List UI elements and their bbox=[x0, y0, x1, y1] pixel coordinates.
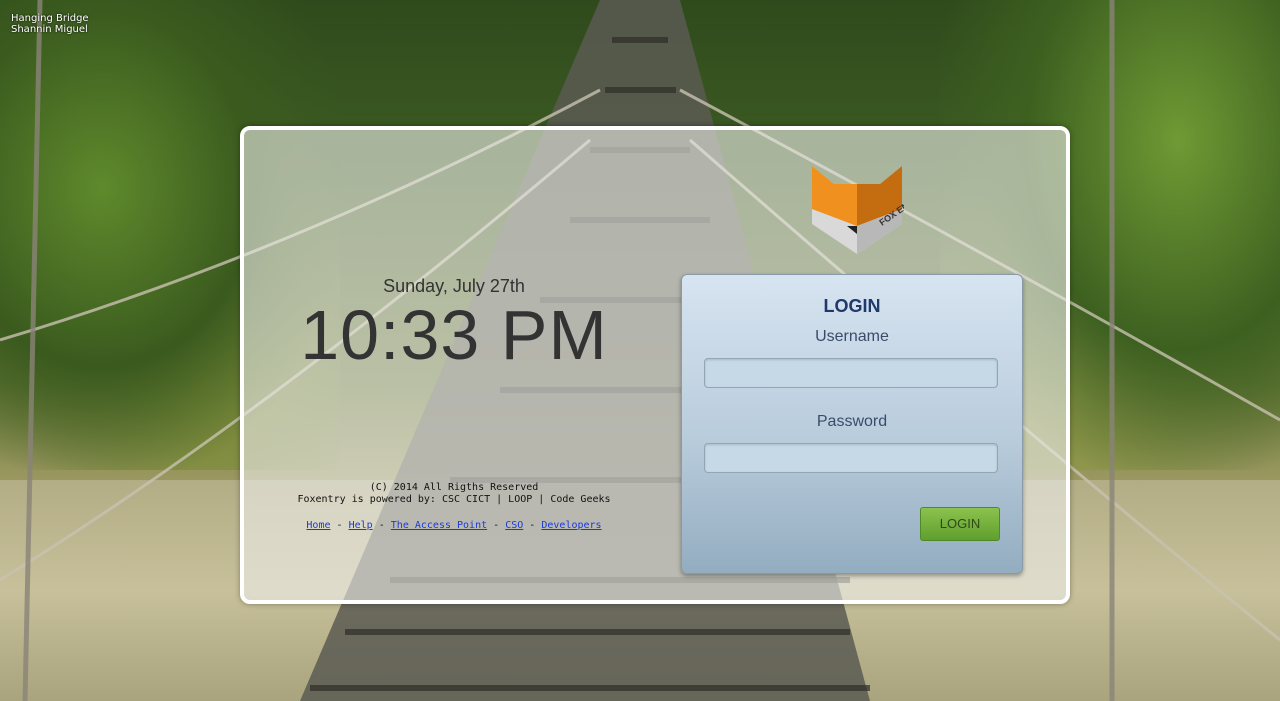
clock-widget: Sunday, July 27th 10:33 PM bbox=[284, 276, 624, 371]
link-access-point[interactable]: The Access Point bbox=[391, 520, 487, 531]
link-home[interactable]: Home bbox=[306, 520, 330, 531]
link-separator: - bbox=[493, 520, 500, 531]
link-separator: - bbox=[378, 520, 385, 531]
footer: (C) 2014 All Rigths Reserved Foxentry is… bbox=[284, 482, 624, 532]
copyright-text: (C) 2014 All Rigths Reserved bbox=[369, 482, 539, 493]
link-cso[interactable]: CSO bbox=[505, 520, 523, 531]
current-date: Sunday, July 27th bbox=[383, 276, 525, 296]
username-label: Username bbox=[815, 328, 889, 345]
login-title: LOGIN bbox=[823, 296, 881, 316]
username-input[interactable] bbox=[704, 358, 998, 388]
footer-links: Home - Help - The Access Point - CSO - D… bbox=[284, 520, 624, 532]
login-form: LOGIN Username Password LOGIN bbox=[681, 274, 1023, 574]
powered-by-text: Foxentry is powered by: CSC CICT | LOOP … bbox=[297, 494, 611, 505]
link-separator: - bbox=[529, 520, 536, 531]
password-label: Password bbox=[816, 413, 888, 430]
link-separator: - bbox=[336, 520, 343, 531]
link-developers[interactable]: Developers bbox=[541, 520, 601, 531]
fox-entry-logo: FOX ENTRY bbox=[812, 166, 904, 254]
photo-author: Shannin Miguel bbox=[11, 24, 88, 35]
link-help[interactable]: Help bbox=[349, 520, 373, 531]
photo-credit: Hanging Bridge Shannin Miguel bbox=[11, 13, 89, 35]
current-time: 10:33 PM bbox=[300, 296, 608, 374]
password-input[interactable] bbox=[704, 443, 998, 473]
main-panel: FOX ENTRY Sunday, July 27th 10:33 PM (C)… bbox=[240, 126, 1070, 604]
login-button[interactable]: LOGIN bbox=[920, 507, 1000, 541]
photo-title: Hanging Bridge bbox=[11, 13, 89, 24]
